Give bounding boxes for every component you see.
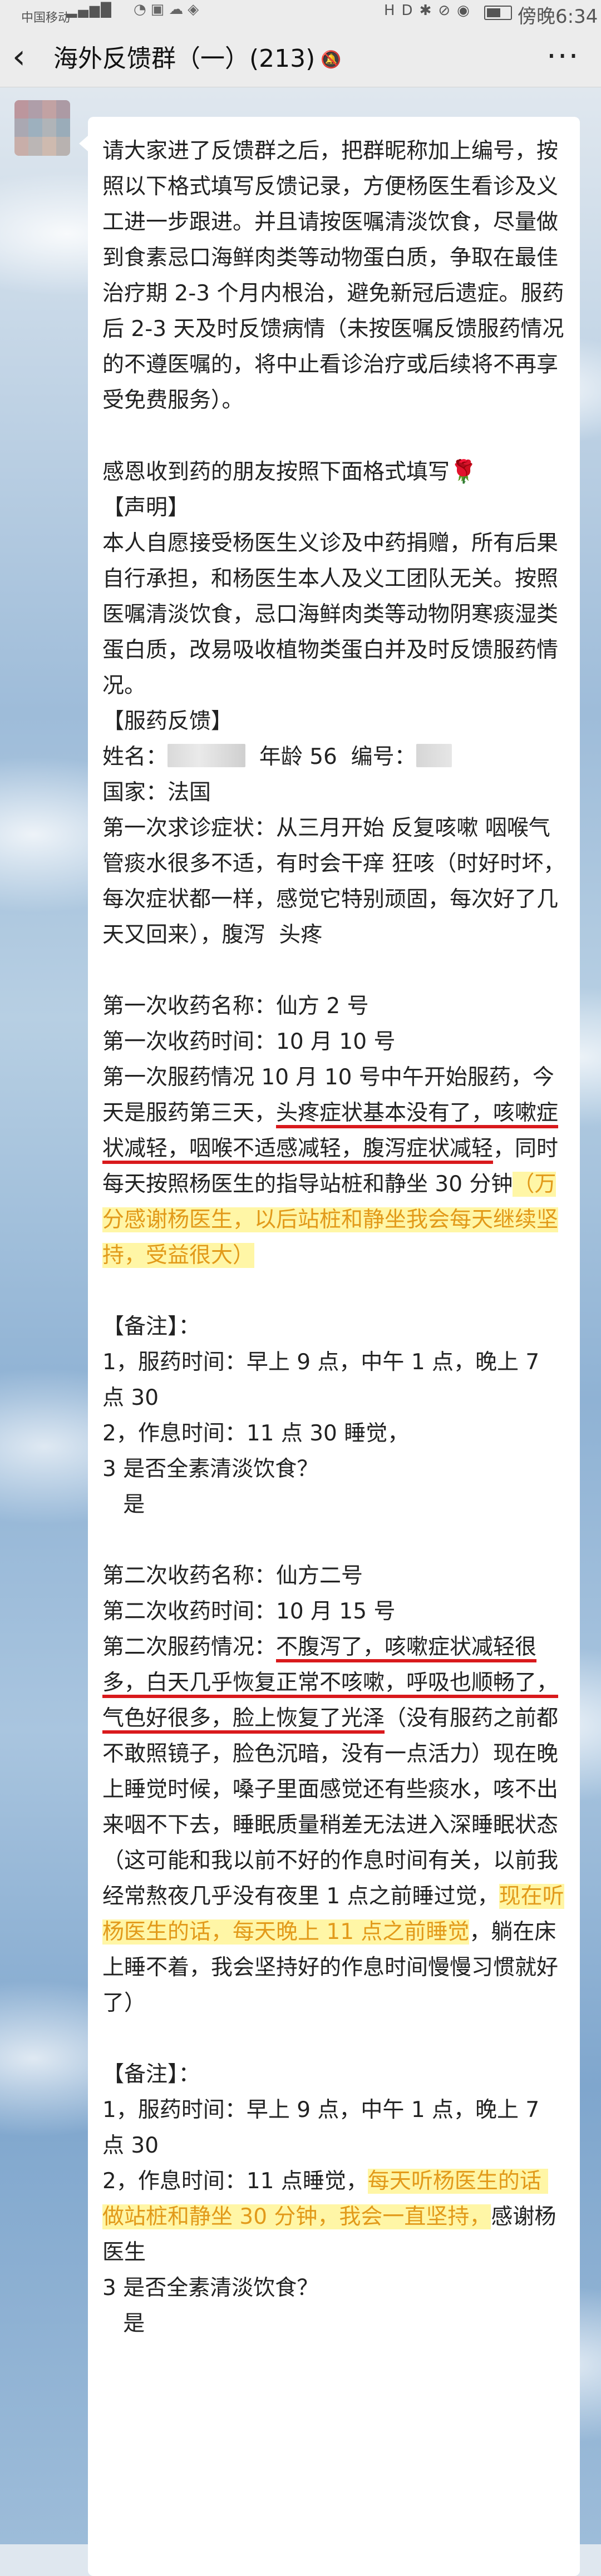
notification-icons: ◔▣☁◈ — [134, 1, 204, 18]
redacted-id — [416, 744, 452, 767]
group-title: 海外反馈群（一）(213) — [53, 45, 316, 73]
message-bubble[interactable]: 请大家进了反馈群之后，把群昵称加上编号，按照以下格式填写反馈记录，方便杨医生看诊… — [79, 117, 580, 2576]
mute-bell-icon: 🔕 — [321, 50, 342, 70]
status-bar: 中国移动 ▂▄▆█ ◔▣☁◈ HD✱⊘◉ 傍晚6:34 — [0, 0, 601, 31]
message-segment: 年龄 56 编号： — [245, 744, 416, 769]
avatar[interactable] — [14, 100, 70, 156]
redacted-name — [168, 744, 246, 767]
rose-icon: 🌹 — [450, 459, 477, 485]
page-title: 海外反馈群（一）(213) 🔕 — [53, 43, 342, 76]
message-text: 请大家进了反馈群之后，把群昵称加上编号，按照以下格式填写反馈记录，方便杨医生看诊… — [102, 134, 565, 2342]
system-icons: HD✱⊘◉ — [384, 2, 476, 19]
message-segment: 国家：法国 第一次求诊症状：从三月开始 反复咳嗽 咽喉气管痰水很多不适，有时会干… — [102, 780, 565, 1126]
message-segment: ，躺在床上睡不着，我会坚持好的作息时间慢慢习惯就好了） 【备注】： 1，服药时间… — [102, 1919, 559, 2194]
message-segment: （没有服药之前都不敢照镜子，脸色沉暗，没有一点活力）现在晚上睡觉时候，嗓子里面感… — [102, 1706, 559, 1909]
carrier-label: 中国移动 — [21, 11, 71, 25]
message-segment: 【备注】： 1，服药时间：早上 9 点，中午 1 点，晚上 7 点 30 2，作… — [102, 1314, 540, 1660]
chat-header: ‹ 海外反馈群（一）(213) 🔕 ··· — [0, 31, 601, 87]
message-segment: 请大家进了反馈群之后，把群昵称加上编号，按照以下格式填写反馈记录，方便杨医生看诊… — [102, 139, 564, 485]
signal-icon: ▂▄▆█ — [67, 2, 112, 18]
battery-icon — [484, 6, 512, 20]
clock: 傍晚6:34 — [518, 6, 598, 28]
message-segment: 【声明】 本人自愿接受杨医生义诊及中药捐赠，所有后果自行承担，和杨医生本人及义工… — [102, 495, 559, 769]
more-dots-icon[interactable]: ··· — [546, 39, 579, 75]
chevron-left-icon[interactable]: ‹ — [12, 39, 26, 75]
